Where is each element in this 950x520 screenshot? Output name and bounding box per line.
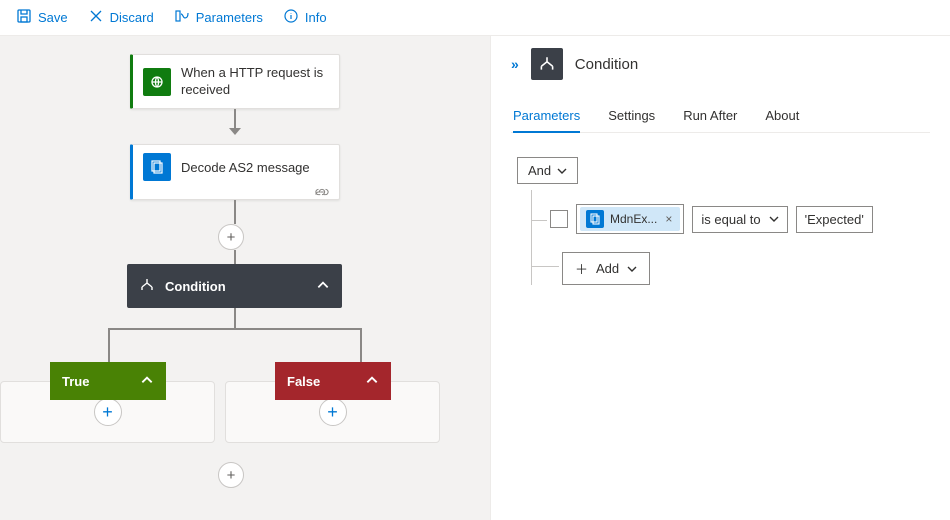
connector	[234, 200, 236, 224]
parameters-label: Parameters	[196, 10, 263, 25]
document-icon	[586, 210, 604, 228]
trigger-node-http[interactable]: When a HTTP request is received	[130, 54, 340, 109]
link-icon	[315, 185, 329, 200]
document-icon	[143, 153, 171, 181]
condition-icon	[139, 277, 155, 296]
arrow-icon	[229, 128, 241, 135]
collapse-panel-button[interactable]: »	[511, 56, 519, 72]
operator-label: is equal to	[701, 212, 760, 227]
save-label: Save	[38, 10, 68, 25]
operand-right-value: 'Expected'	[805, 212, 864, 227]
parameters-button[interactable]: Parameters	[166, 4, 271, 31]
tab-about[interactable]: About	[765, 100, 799, 132]
chevron-down-icon	[627, 264, 637, 274]
tab-run-after[interactable]: Run After	[683, 100, 737, 132]
close-icon	[88, 8, 104, 27]
connector	[234, 109, 236, 129]
chevron-down-icon	[557, 166, 567, 176]
condition-icon	[531, 48, 563, 80]
connector	[234, 250, 236, 264]
parameters-icon	[174, 8, 190, 27]
connector	[108, 328, 110, 362]
chevron-down-icon	[769, 214, 779, 224]
operator-dropdown[interactable]: is equal to	[692, 206, 787, 233]
toolbar: Save Discard Parameters Info	[0, 0, 950, 36]
true-branch-header[interactable]: True	[50, 362, 166, 400]
trigger-label: When a HTTP request is received	[181, 65, 329, 99]
false-branch-header[interactable]: False	[275, 362, 391, 400]
save-button[interactable]: Save	[8, 4, 76, 31]
rule-checkbox[interactable]	[550, 210, 568, 228]
discard-button[interactable]: Discard	[80, 4, 162, 31]
tab-parameters[interactable]: Parameters	[513, 100, 580, 133]
info-button[interactable]: Info	[275, 4, 335, 31]
false-label: False	[287, 374, 320, 389]
chevron-up-icon	[140, 373, 154, 390]
true-label: True	[62, 374, 89, 389]
add-label: Add	[596, 261, 619, 276]
chevron-up-icon	[365, 373, 379, 390]
plus-icon: ＋	[575, 259, 588, 278]
add-action-button[interactable]: +	[94, 398, 122, 426]
group-operator-dropdown[interactable]: And	[517, 157, 578, 184]
group-operator-label: And	[528, 163, 551, 178]
http-icon	[143, 68, 171, 96]
operand-right-input[interactable]: 'Expected'	[796, 206, 873, 233]
token-label: MdnEx...	[610, 212, 657, 226]
condition-node[interactable]: Condition	[127, 264, 342, 308]
details-panel: » Condition Parameters Settings Run Afte…	[490, 36, 950, 520]
save-icon	[16, 8, 32, 27]
condition-label: Condition	[165, 279, 226, 294]
operand-left-input[interactable]: MdnEx... ×	[576, 204, 684, 234]
insert-step-button[interactable]: +	[218, 462, 244, 488]
panel-title: Condition	[575, 56, 638, 73]
remove-token-button[interactable]: ×	[663, 212, 674, 226]
info-label: Info	[305, 10, 327, 25]
discard-label: Discard	[110, 10, 154, 25]
insert-step-button[interactable]: +	[218, 224, 244, 250]
connector	[360, 328, 362, 362]
info-icon	[283, 8, 299, 27]
add-rule-button[interactable]: ＋ Add	[562, 252, 650, 285]
designer-canvas[interactable]: When a HTTP request is received Decode A…	[0, 36, 490, 520]
tab-settings[interactable]: Settings	[608, 100, 655, 132]
chevron-up-icon	[316, 278, 330, 295]
action-node-decode[interactable]: Decode AS2 message	[130, 144, 340, 200]
panel-tabs: Parameters Settings Run After About	[511, 100, 930, 133]
connector	[108, 328, 362, 330]
dynamic-token[interactable]: MdnEx... ×	[580, 207, 680, 231]
add-action-button[interactable]: +	[319, 398, 347, 426]
condition-rule-row: MdnEx... × is equal to 'Expected'	[532, 204, 930, 234]
decode-label: Decode AS2 message	[181, 160, 310, 175]
connector	[234, 308, 236, 328]
